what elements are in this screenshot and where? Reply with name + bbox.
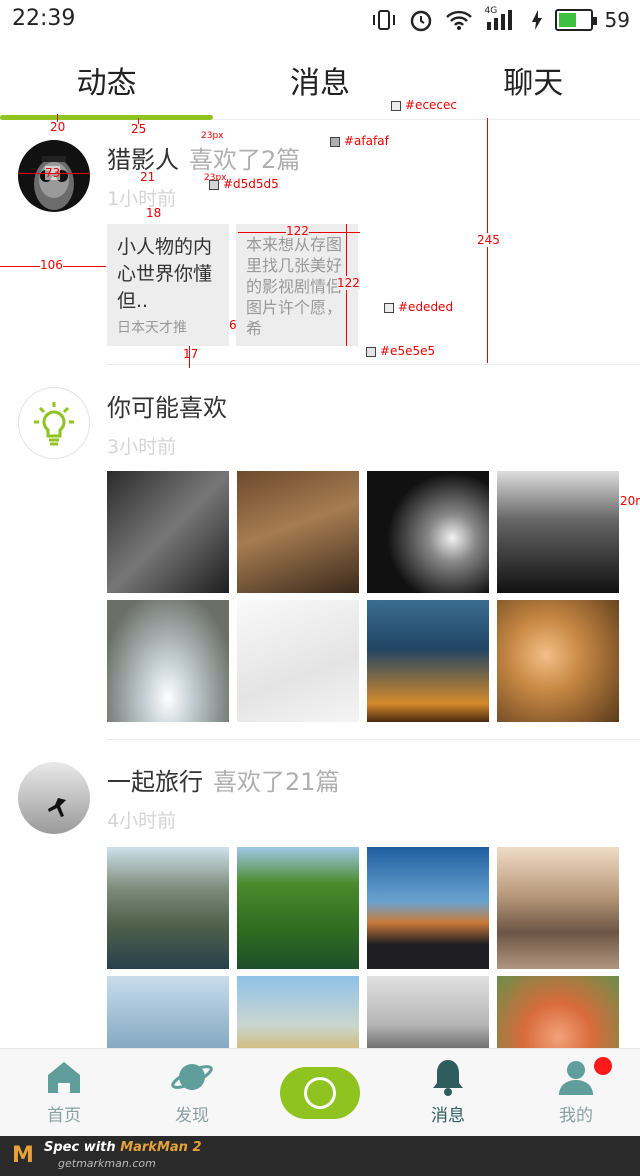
article-excerpt: 本来想从存图里找几张美好的影视剧情侣图片许个愿，希 <box>246 235 343 338</box>
ann-color: #ececec <box>391 98 457 112</box>
timestamp: 1小时前 <box>107 188 177 210</box>
feed-card: 一起旅行 喜欢了21篇 4小时前 <box>0 740 640 1048</box>
ann-245: 245 <box>477 233 500 247</box>
tab-chat-label: 聊天 <box>503 65 564 101</box>
photo-thumb[interactable] <box>237 600 359 722</box>
activity-feed[interactable]: 猎影人 喜欢了2篇 1小时前 小人物的内心世界你懂 但.. 日本天才推 本来想从存… <box>0 120 640 1048</box>
user-name[interactable]: 一起旅行 <box>107 768 203 796</box>
ann-6: 6 <box>229 318 237 332</box>
nav-discover[interactable]: 发现 <box>128 1049 256 1136</box>
photo-thumb[interactable] <box>497 600 619 722</box>
photo-thumb[interactable] <box>367 471 489 593</box>
charging-icon <box>531 10 542 30</box>
photo-thumb[interactable] <box>237 471 359 593</box>
recommend-title[interactable]: 你可能喜欢 <box>107 394 227 422</box>
article-snippet: 日本天才推 <box>117 320 187 336</box>
photo-thumb[interactable] <box>497 847 619 969</box>
photo-thumb[interactable] <box>107 471 229 593</box>
ann-17: 17 <box>183 347 199 361</box>
camera-icon[interactable] <box>280 1067 360 1119</box>
photo-thumb[interactable] <box>367 976 489 1048</box>
nav-home-label: 首页 <box>47 1106 81 1126</box>
tab-activity[interactable]: 动态 <box>0 40 213 120</box>
photo-thumb[interactable] <box>107 600 229 722</box>
status-bar: 22:39 4G 59 <box>0 0 640 40</box>
photo-thumb[interactable] <box>237 976 359 1048</box>
lightbulb-icon[interactable] <box>18 387 90 459</box>
ann-line <box>18 173 90 174</box>
feed-header: 猎影人 喜欢了2篇 <box>107 140 300 175</box>
feed-header: 你可能喜欢 <box>107 388 227 423</box>
ann-20: 20 <box>50 120 66 134</box>
action-text: 喜欢了2篇 <box>189 146 301 174</box>
photo-thumb[interactable] <box>367 600 489 722</box>
tab-chat[interactable]: 聊天 <box>427 40 640 119</box>
article-title: 小人物的内心世界你懂 但.. <box>117 236 213 312</box>
ann-line <box>189 346 190 368</box>
home-icon <box>42 1057 86 1097</box>
ann-color: #afafaf <box>330 134 389 148</box>
ann-106: 106 <box>40 258 63 272</box>
status-time: 22:39 <box>12 6 76 31</box>
photo-thumb[interactable] <box>107 847 229 969</box>
ann-line <box>138 118 139 124</box>
nav-me[interactable]: 我的 <box>512 1049 640 1136</box>
photo-thumb[interactable] <box>497 976 619 1048</box>
ann-122: 122 <box>337 276 360 290</box>
nav-messages-label: 消息 <box>431 1106 465 1126</box>
ann-color: #ededed <box>384 300 453 314</box>
ann-18: 18 <box>146 206 162 220</box>
markman-logo: M <box>12 1143 34 1168</box>
top-tabs: 动态 消息 聊天 <box>0 40 640 120</box>
bell-icon <box>426 1057 470 1097</box>
notification-badge <box>594 1057 612 1075</box>
vibrate-icon <box>372 10 395 30</box>
nav-discover-label: 发现 <box>175 1106 209 1126</box>
ann-23px: 23px <box>201 131 224 141</box>
ann-line <box>57 114 58 122</box>
user-icon <box>554 1057 598 1097</box>
nav-me-label: 我的 <box>559 1106 593 1126</box>
camera-ring <box>304 1077 336 1109</box>
ann-21: 21 <box>140 170 156 184</box>
ann-20m: 20m <box>620 494 640 508</box>
battery-icon <box>554 9 597 31</box>
planet-icon <box>170 1057 214 1097</box>
photo-thumb[interactable] <box>237 847 359 969</box>
photo-thumb[interactable] <box>107 976 229 1048</box>
nav-messages[interactable]: 消息 <box>384 1049 512 1136</box>
wifi-icon <box>445 10 472 30</box>
markman-site: getmarkman.com <box>58 1157 156 1170</box>
markman-bar: M Spec with MarkMan 2 getmarkman.com <box>0 1136 640 1176</box>
ann-25: 25 <box>131 122 147 136</box>
photo-thumb[interactable] <box>497 471 619 593</box>
ann-color: #e5e5e5 <box>366 344 435 358</box>
battery-percent: 59 <box>604 8 630 32</box>
photo-thumb[interactable] <box>367 847 489 969</box>
nav-camera[interactable] <box>256 1049 384 1136</box>
alarm-icon <box>410 10 431 32</box>
action-text: 喜欢了21篇 <box>213 768 340 796</box>
article-card[interactable]: 小人物的内心世界你懂 但.. 日本天才推 <box>107 224 229 346</box>
timestamp: 4小时前 <box>107 810 177 832</box>
tab-messages-label: 消息 <box>289 65 350 101</box>
markman-spec: Spec with MarkMan 2 <box>44 1140 202 1155</box>
cell-signal-icon: 4G <box>485 6 519 32</box>
tab-activity-label: 动态 <box>76 65 137 101</box>
bottom-nav: 首页 发现 消息 我的 <box>0 1048 640 1136</box>
nav-home[interactable]: 首页 <box>0 1049 128 1136</box>
status-icons: 4G 59 <box>371 6 630 34</box>
timestamp: 3小时前 <box>107 436 177 458</box>
feed-card: 你可能喜欢 3小时前 <box>0 365 640 740</box>
avatar[interactable] <box>18 762 90 834</box>
feed-header: 一起旅行 喜欢了21篇 <box>107 762 340 797</box>
ann-color: #d5d5d5 <box>209 177 279 191</box>
ann-122: 122 <box>286 224 309 238</box>
feed-card: 猎影人 喜欢了2篇 1小时前 小人物的内心世界你懂 但.. 日本天才推 本来想从存… <box>0 120 640 365</box>
battery-fill <box>558 13 577 27</box>
